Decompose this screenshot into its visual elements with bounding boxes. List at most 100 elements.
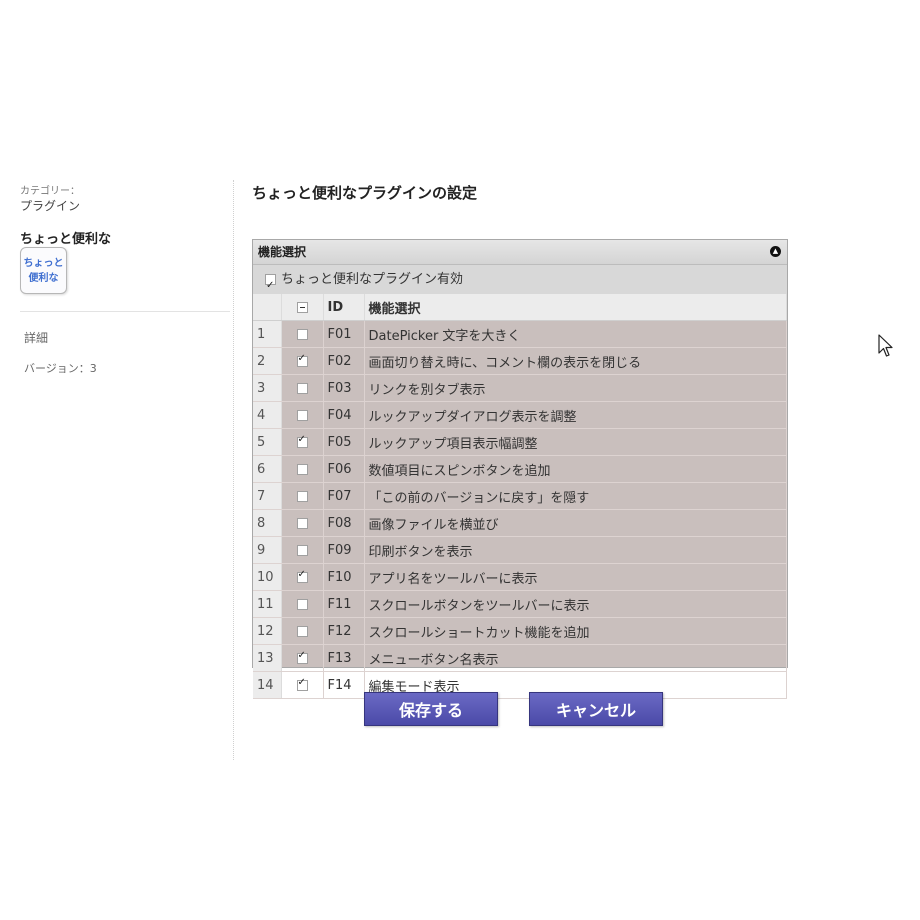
row-number: 2 — [253, 348, 281, 375]
category-value: プラグイン — [20, 197, 80, 214]
table-row[interactable]: 4F04ルックアップダイアログ表示を調整 — [253, 402, 787, 429]
row-checkbox-cell[interactable] — [281, 591, 323, 618]
row-checkbox[interactable] — [297, 680, 308, 691]
feature-name: スクロールボタンをツールバーに表示 — [364, 591, 787, 618]
feature-id: F12 — [323, 618, 364, 645]
row-number: 12 — [253, 618, 281, 645]
feature-id: F07 — [323, 483, 364, 510]
feature-name: 数値項目にスピンボタンを追加 — [364, 456, 787, 483]
row-checkbox-cell[interactable] — [281, 348, 323, 375]
feature-name: スクロールショートカット機能を追加 — [364, 618, 787, 645]
table-row[interactable]: 8 F08画像ファイルを横並び — [253, 510, 787, 537]
feature-id: F01 — [323, 321, 364, 348]
feature-name: アプリ名をツールバーに表示 — [364, 564, 787, 591]
row-checkbox[interactable] — [297, 410, 308, 421]
table-row[interactable]: 7 F07「この前のバージョンに戻す」を隠す — [253, 483, 787, 510]
sidebar: カテゴリー： プラグイン ちょっと便利な ちょっと 便利な 詳細 バージョン：3 — [0, 0, 234, 760]
feature-id: F05 — [323, 429, 364, 456]
row-number: 13 — [253, 645, 281, 672]
feature-id: F10 — [323, 564, 364, 591]
row-checkbox-cell[interactable] — [281, 645, 323, 672]
row-checkbox-cell[interactable] — [281, 456, 323, 483]
row-checkbox[interactable] — [297, 383, 308, 394]
panel-header: 機能選択 ▲ — [253, 240, 787, 265]
table-row[interactable]: 2F02画面切り替え時に、コメント欄の表示を閉じる — [253, 348, 787, 375]
feature-id: F06 — [323, 456, 364, 483]
row-checkbox-cell[interactable] — [281, 375, 323, 402]
row-checkbox[interactable] — [297, 572, 308, 583]
row-checkbox-cell[interactable] — [281, 672, 323, 699]
table-row[interactable]: 10 F10アプリ名をツールバーに表示 — [253, 564, 787, 591]
row-checkbox[interactable] — [297, 491, 308, 502]
collapse-icon[interactable]: ▲ — [770, 246, 781, 257]
row-checkbox[interactable] — [297, 653, 308, 664]
panel-header-title: 機能選択 — [258, 245, 306, 259]
row-checkbox[interactable] — [297, 518, 308, 529]
feature-id: F13 — [323, 645, 364, 672]
plugin-icon-text: ちょっと 便利な — [24, 256, 64, 286]
row-checkbox[interactable] — [297, 356, 308, 367]
cancel-button[interactable]: キャンセル — [529, 692, 663, 726]
row-checkbox-cell[interactable] — [281, 618, 323, 645]
row-number: 7 — [253, 483, 281, 510]
select-all-checkbox[interactable] — [297, 302, 308, 313]
feature-id: F08 — [323, 510, 364, 537]
row-number: 6 — [253, 456, 281, 483]
row-checkbox-cell[interactable] — [281, 510, 323, 537]
row-number: 4 — [253, 402, 281, 429]
feature-name: 画像ファイルを横並び — [364, 510, 787, 537]
row-checkbox-cell[interactable] — [281, 564, 323, 591]
feature-id: F04 — [323, 402, 364, 429]
feature-panel: 機能選択 ▲ ちょっと便利なプラグイン有効 ID 機能選択 1F01DatePi… — [252, 239, 788, 668]
row-number: 14 — [253, 672, 281, 699]
feature-table: ID 機能選択 1F01DatePicker 文字を大きく2F02画面切り替え時… — [253, 294, 787, 699]
row-number: 8 — [253, 510, 281, 537]
table-row[interactable]: 5 F05ルックアップ項目表示幅調整 — [253, 429, 787, 456]
table-row[interactable]: 6 F06数値項目にスピンボタンを追加 — [253, 456, 787, 483]
table-row[interactable]: 9 F09印刷ボタンを表示 — [253, 537, 787, 564]
feature-name: 印刷ボタンを表示 — [364, 537, 787, 564]
row-number: 9 — [253, 537, 281, 564]
feature-id: F03 — [323, 375, 364, 402]
table-header-row: ID 機能選択 — [253, 294, 787, 321]
row-checkbox-cell[interactable] — [281, 537, 323, 564]
row-checkbox-cell[interactable] — [281, 321, 323, 348]
feature-id: F02 — [323, 348, 364, 375]
row-checkbox[interactable] — [297, 626, 308, 637]
table-row[interactable]: 1F01DatePicker 文字を大きく — [253, 321, 787, 348]
row-number: 1 — [253, 321, 281, 348]
plugin-enable-checkbox[interactable] — [265, 274, 276, 285]
row-checkbox-cell[interactable] — [281, 402, 323, 429]
category-label: カテゴリー： — [20, 182, 80, 197]
row-checkbox[interactable] — [297, 464, 308, 475]
row-number: 11 — [253, 591, 281, 618]
detail-link[interactable]: 詳細 — [24, 329, 48, 346]
row-checkbox-cell[interactable] — [281, 429, 323, 456]
feature-name: ルックアップ項目表示幅調整 — [364, 429, 787, 456]
row-checkbox-cell[interactable] — [281, 483, 323, 510]
table-row[interactable]: 12 F12スクロールショートカット機能を追加 — [253, 618, 787, 645]
feature-id: F14 — [323, 672, 364, 699]
row-number: 10 — [253, 564, 281, 591]
feature-id: F09 — [323, 537, 364, 564]
select-all-header[interactable] — [281, 294, 323, 321]
plugin-enable-row[interactable]: ちょっと便利なプラグイン有効 — [253, 265, 787, 294]
table-row[interactable]: 13 F13メニューボタン名表示 — [253, 645, 787, 672]
sidebar-divider-line — [20, 311, 230, 312]
row-number: 5 — [253, 429, 281, 456]
feature-name: メニューボタン名表示 — [364, 645, 787, 672]
feature-name: 「この前のバージョンに戻す」を隠す — [364, 483, 787, 510]
version-label: バージョン：3 — [24, 360, 97, 376]
row-checkbox[interactable] — [297, 437, 308, 448]
row-checkbox[interactable] — [297, 599, 308, 610]
feature-name: リンクを別タブ表示 — [364, 375, 787, 402]
row-number: 3 — [253, 375, 281, 402]
table-row[interactable]: 3 F03リンクを別タブ表示 — [253, 375, 787, 402]
table-row[interactable]: 14F14編集モード表示 — [253, 672, 787, 699]
mouse-cursor-icon — [878, 334, 896, 358]
save-button[interactable]: 保存する — [364, 692, 498, 726]
row-checkbox[interactable] — [297, 329, 308, 340]
name-column-header: 機能選択 — [364, 294, 787, 321]
table-row[interactable]: 11F11スクロールボタンをツールバーに表示 — [253, 591, 787, 618]
row-checkbox[interactable] — [297, 545, 308, 556]
